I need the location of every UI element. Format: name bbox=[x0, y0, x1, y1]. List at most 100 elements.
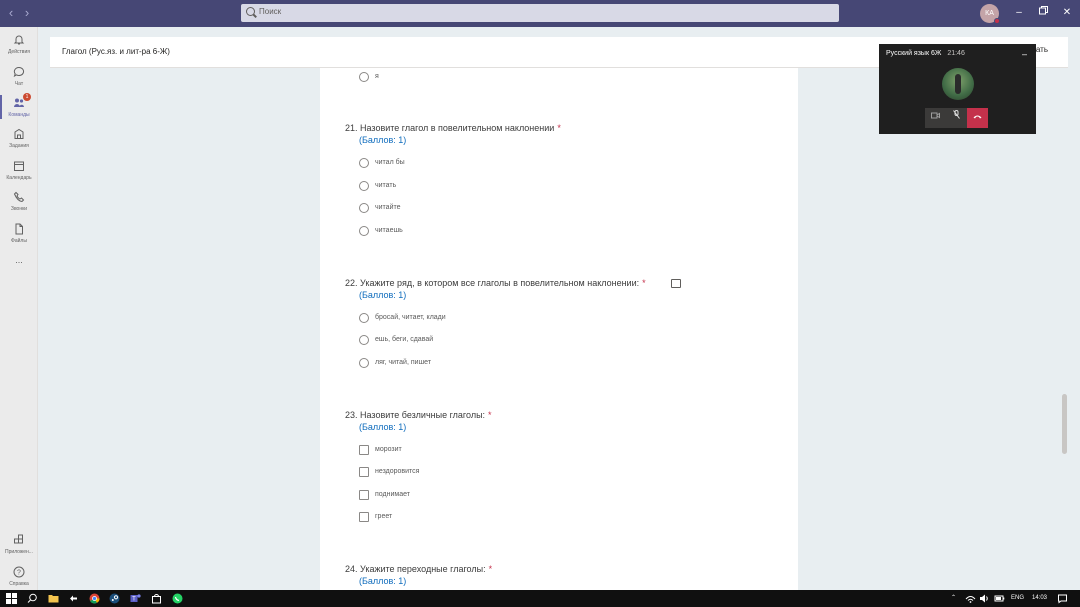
option-label: ешь, беги, сдавай bbox=[375, 336, 434, 343]
app-icon[interactable] bbox=[68, 593, 79, 604]
network-icon[interactable] bbox=[965, 593, 976, 604]
header-action-button[interactable]: ать bbox=[1036, 45, 1048, 54]
question-title: 23. Назовите безличные глаголы: * bbox=[345, 410, 492, 420]
search-placeholder: Поиск bbox=[259, 7, 282, 16]
option-label: читаешь bbox=[375, 227, 403, 234]
close-window-icon[interactable]: ✕ bbox=[1060, 6, 1074, 20]
mic-off-icon bbox=[953, 110, 960, 119]
teams-taskbar-icon[interactable]: T bbox=[130, 593, 141, 604]
rail-item-label: Чат bbox=[14, 81, 24, 87]
page-title: Глагол (Рус.яз. и лит-ра 6-Ж) bbox=[62, 47, 170, 56]
rail-item-apps[interactable]: Приложен... bbox=[0, 532, 38, 562]
rail-item-calendar[interactable]: Календарь bbox=[0, 158, 38, 188]
question-title: 22. Укажите ряд, в котором все глаголы в… bbox=[345, 278, 646, 288]
rail-item-label: Справка bbox=[9, 581, 29, 587]
back-arrow-icon[interactable]: ‹ bbox=[4, 5, 18, 21]
whatsapp-icon[interactable] bbox=[172, 593, 183, 604]
call-window[interactable]: Русский язык 6Ж 21:46 – bbox=[879, 44, 1036, 134]
clock[interactable]: 14:03 bbox=[1032, 593, 1047, 604]
option-label: читал бы bbox=[375, 159, 405, 166]
taskbar-search-icon[interactable] bbox=[27, 593, 38, 604]
radio-button[interactable] bbox=[359, 181, 369, 191]
mute-button[interactable] bbox=[946, 108, 967, 128]
chat-icon bbox=[13, 66, 25, 78]
rail-item-teams[interactable]: 1 Команды bbox=[0, 93, 38, 125]
question-score: (Баллов: 1) bbox=[359, 135, 407, 145]
hang-up-button[interactable] bbox=[967, 108, 988, 128]
radio-button[interactable] bbox=[359, 72, 369, 82]
notification-badge: 1 bbox=[23, 93, 31, 101]
rail-item-label: Звонки bbox=[10, 206, 28, 212]
radio-button[interactable] bbox=[359, 313, 369, 323]
app-rail: Действия Чат 1 Команды Задания Календарь… bbox=[0, 27, 38, 590]
call-timer: 21:46 bbox=[947, 50, 965, 57]
chrome-icon[interactable] bbox=[89, 593, 100, 604]
radio-button[interactable] bbox=[359, 226, 369, 236]
option-label: поднимает bbox=[375, 491, 410, 498]
windows-start-icon[interactable] bbox=[6, 593, 17, 604]
steam-icon[interactable] bbox=[109, 593, 120, 604]
question-score: (Баллов: 1) bbox=[359, 576, 407, 586]
rail-item-label: Приложен... bbox=[5, 549, 33, 555]
form-content: я 21. Назовите глагол в повелительном на… bbox=[320, 68, 798, 590]
rail-item-label: Файлы bbox=[11, 238, 27, 244]
notifications-icon[interactable] bbox=[1057, 593, 1068, 604]
immersive-reader-icon[interactable] bbox=[671, 279, 681, 288]
avatar[interactable]: КА bbox=[980, 4, 1000, 24]
rail-item-label: Календарь bbox=[6, 175, 32, 181]
scrollbar[interactable] bbox=[1060, 68, 1068, 590]
radio-button[interactable] bbox=[359, 203, 369, 213]
volume-icon[interactable] bbox=[979, 593, 990, 604]
presence-busy-icon bbox=[994, 18, 1000, 24]
rail-item-calls[interactable]: Звонки bbox=[0, 189, 38, 219]
rail-item-files[interactable]: Файлы bbox=[0, 221, 38, 251]
rail-item-chat[interactable]: Чат bbox=[0, 64, 38, 94]
forward-arrow-icon[interactable]: › bbox=[20, 5, 34, 21]
minimize-window-icon[interactable]: – bbox=[1012, 6, 1026, 20]
svg-text:?: ? bbox=[17, 570, 21, 577]
radio-button[interactable] bbox=[359, 358, 369, 368]
checkbox[interactable] bbox=[359, 512, 369, 522]
rail-item-assignments[interactable]: Задания bbox=[0, 126, 38, 156]
calendar-icon bbox=[14, 161, 24, 171]
file-explorer-icon[interactable] bbox=[48, 593, 59, 604]
camera-off-button[interactable] bbox=[925, 108, 946, 128]
rail-item-label: Задания bbox=[9, 143, 29, 149]
radio-button[interactable] bbox=[359, 158, 369, 168]
search-icon bbox=[246, 7, 255, 16]
language-indicator[interactable]: ENG bbox=[1011, 593, 1024, 604]
store-icon[interactable] bbox=[151, 593, 162, 604]
tray-chevron-icon[interactable]: ⌃ bbox=[951, 593, 956, 604]
checkbox[interactable] bbox=[359, 467, 369, 477]
question-title: 24. Укажите переходные глаголы: * bbox=[345, 564, 493, 574]
checkbox[interactable] bbox=[359, 445, 369, 455]
rail-item-label: Команды bbox=[8, 112, 30, 118]
option-label: я bbox=[375, 73, 379, 80]
required-marker: * bbox=[642, 278, 646, 288]
hang-up-icon bbox=[973, 115, 982, 119]
apps-icon bbox=[14, 534, 23, 544]
restore-window-icon[interactable] bbox=[1036, 6, 1050, 20]
option-label: ляг, читай, пишет bbox=[375, 359, 432, 366]
avatar-initials: КА bbox=[985, 10, 994, 17]
taskbar: T ⌃ ENG 14:03 bbox=[0, 590, 1080, 607]
required-marker: * bbox=[557, 123, 561, 133]
search-input[interactable]: Поиск bbox=[241, 4, 839, 22]
question-score: (Баллов: 1) bbox=[359, 290, 407, 300]
rail-item-activity[interactable]: Действия bbox=[0, 32, 38, 62]
help-icon: ? bbox=[13, 566, 25, 578]
camera-icon bbox=[931, 112, 940, 119]
call-title: Русский язык 6Ж 21:46 bbox=[886, 50, 965, 57]
battery-icon[interactable] bbox=[994, 593, 1005, 604]
option-label: нездоровится bbox=[375, 468, 420, 475]
option-label: греет bbox=[375, 513, 393, 520]
radio-button[interactable] bbox=[359, 335, 369, 345]
scrollbar-thumb[interactable] bbox=[1062, 394, 1067, 454]
more-apps-ellipsis[interactable]: ... bbox=[0, 255, 38, 269]
minimize-call-button[interactable]: – bbox=[1022, 49, 1027, 59]
svg-text:T: T bbox=[132, 597, 136, 603]
question-score: (Баллов: 1) bbox=[359, 422, 407, 432]
checkbox[interactable] bbox=[359, 490, 369, 500]
required-marker: * bbox=[488, 564, 493, 574]
bell-icon bbox=[13, 35, 25, 45]
